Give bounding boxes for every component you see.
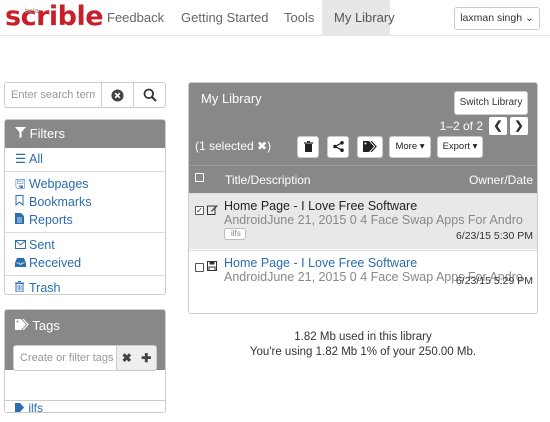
divider [5,232,165,233]
clear-tag-icon[interactable]: ✖ [122,351,132,365]
filters-panel: Filters ☰ All 🖫 Webpages Bookmarks Reports… [4,119,166,295]
library-item[interactable]: ✓ Home Page - I Love Free Software Andro… [189,193,537,249]
storage-usage: 1.82 Mb used in this library You're usin… [188,330,538,360]
column-header: Title/Description Owner/Date [189,165,537,193]
tag-item-ilfs[interactable]: ilfs [5,400,165,413]
usage-line-2: You're using 1.82 Mb 1% of your 250.00 M… [249,346,477,358]
filter-bookmarks-label: Bookmarks [29,195,92,209]
delete-button[interactable] [297,136,319,158]
share-button[interactable] [327,136,349,158]
prev-page-button[interactable]: ❮ [489,117,507,135]
usage-line-1: 1.82 Mb used in this library [294,331,432,343]
save-icon [207,261,217,274]
library-panel: My Library Switch Library 1–2 of 2 ❮ ❯ (… [188,82,538,314]
list-icon: ☰ [15,152,27,166]
tag-input-buttons: ✖ ✚ [117,345,157,371]
library-header: My Library Switch Library 1–2 of 2 ❮ ❯ (… [189,83,537,193]
nav-getting-started[interactable]: Getting Started [181,0,271,36]
filter-all-label: All [29,152,43,166]
tag-label: ilfs [28,401,44,413]
clear-icon [111,88,124,102]
divider [5,275,165,276]
scrible-logo[interactable]: beta scrible [5,1,104,32]
nav-my-library[interactable]: My Library [322,0,395,36]
nav-feedback[interactable]: Feedback [107,0,171,36]
report-icon [15,211,29,229]
filter-sent[interactable]: Sent [5,236,165,254]
bookmark-icon [15,193,29,211]
tags-title: Tags [32,318,60,333]
tag-items-button[interactable] [357,136,383,158]
filter-webpages-label: Webpages [29,177,89,191]
pagination: 1–2 of 2 ❮ ❯ [440,117,528,135]
item-title[interactable]: Home Page - I Love Free Software [224,256,417,270]
filters-title: Filters [29,126,66,141]
envelope-icon [15,236,29,254]
inbox-icon [15,254,29,272]
divider [5,171,165,172]
search-input[interactable] [4,82,102,108]
filter-reports[interactable]: Reports [5,211,165,229]
tag-filter-input[interactable]: Create or filter tags [13,345,117,371]
search-bar [4,82,166,108]
item-date: 6/23/15 5:29 PM [455,275,533,287]
item-tag[interactable]: ilfs [224,228,246,240]
col-title[interactable]: Title/Description [225,173,311,187]
search-button[interactable] [134,82,166,108]
item-title[interactable]: Home Page - I Love Free Software [224,199,417,213]
filter-icon [15,126,30,141]
library-item[interactable]: Home Page - I Love Free Software Android… [189,250,537,306]
search-icon [143,88,157,102]
edit-icon [207,204,218,218]
filter-trash[interactable]: Trash [5,279,165,295]
filter-sent-label: Sent [29,238,55,252]
beta-badge: beta [25,8,39,15]
logo-text: scrible [5,1,104,32]
share-icon [332,141,344,152]
filter-received[interactable]: Received [5,254,165,272]
selection-count[interactable]: (1 selected ✖) [195,139,271,153]
top-navbar: beta scrible Feedback Getting Started To… [0,0,550,36]
filter-reports-label: Reports [29,213,73,227]
export-dropdown[interactable]: Export ▾ [437,136,483,158]
clear-search-button[interactable] [102,82,134,108]
tags-icon [363,140,377,153]
trash-icon [303,140,313,152]
tag-icon [15,401,28,412]
switch-library-button[interactable]: Switch Library [454,91,528,115]
more-dropdown[interactable]: More ▾ [389,136,431,158]
col-owner-date[interactable]: Owner/Date [469,173,533,187]
tag-icon [15,318,32,333]
filters-header: Filters [5,120,165,148]
library-title: My Library [201,91,262,106]
filter-received-label: Received [29,256,82,270]
select-all-checkbox[interactable] [195,173,204,182]
tags-title-row: Tags [15,318,60,333]
item-checkbox[interactable] [195,263,204,272]
tags-panel: Tags Create or filter tags ✖ ✚ ilfs [4,309,166,413]
filter-all[interactable]: ☰ All [5,150,165,168]
filter-bookmarks[interactable]: Bookmarks [5,193,165,211]
next-page-button[interactable]: ❯ [510,117,528,135]
item-checkbox[interactable]: ✓ [195,206,204,215]
item-date: 6/23/15 5:30 PM [455,230,533,242]
page-count: 1–2 of 2 [439,119,483,133]
save-icon: 🖫 [15,177,26,191]
filter-trash-label: Trash [29,281,61,295]
nav-tools[interactable]: Tools [284,0,318,36]
filter-webpages[interactable]: 🖫 Webpages [5,175,165,193]
add-tag-icon[interactable]: ✚ [141,351,151,365]
user-menu-button[interactable]: laxman singh ⌄ [454,7,540,30]
trash-icon [15,279,29,294]
item-description: AndroidJune 21, 2015 0 4 Face Swap Apps … [224,213,524,227]
